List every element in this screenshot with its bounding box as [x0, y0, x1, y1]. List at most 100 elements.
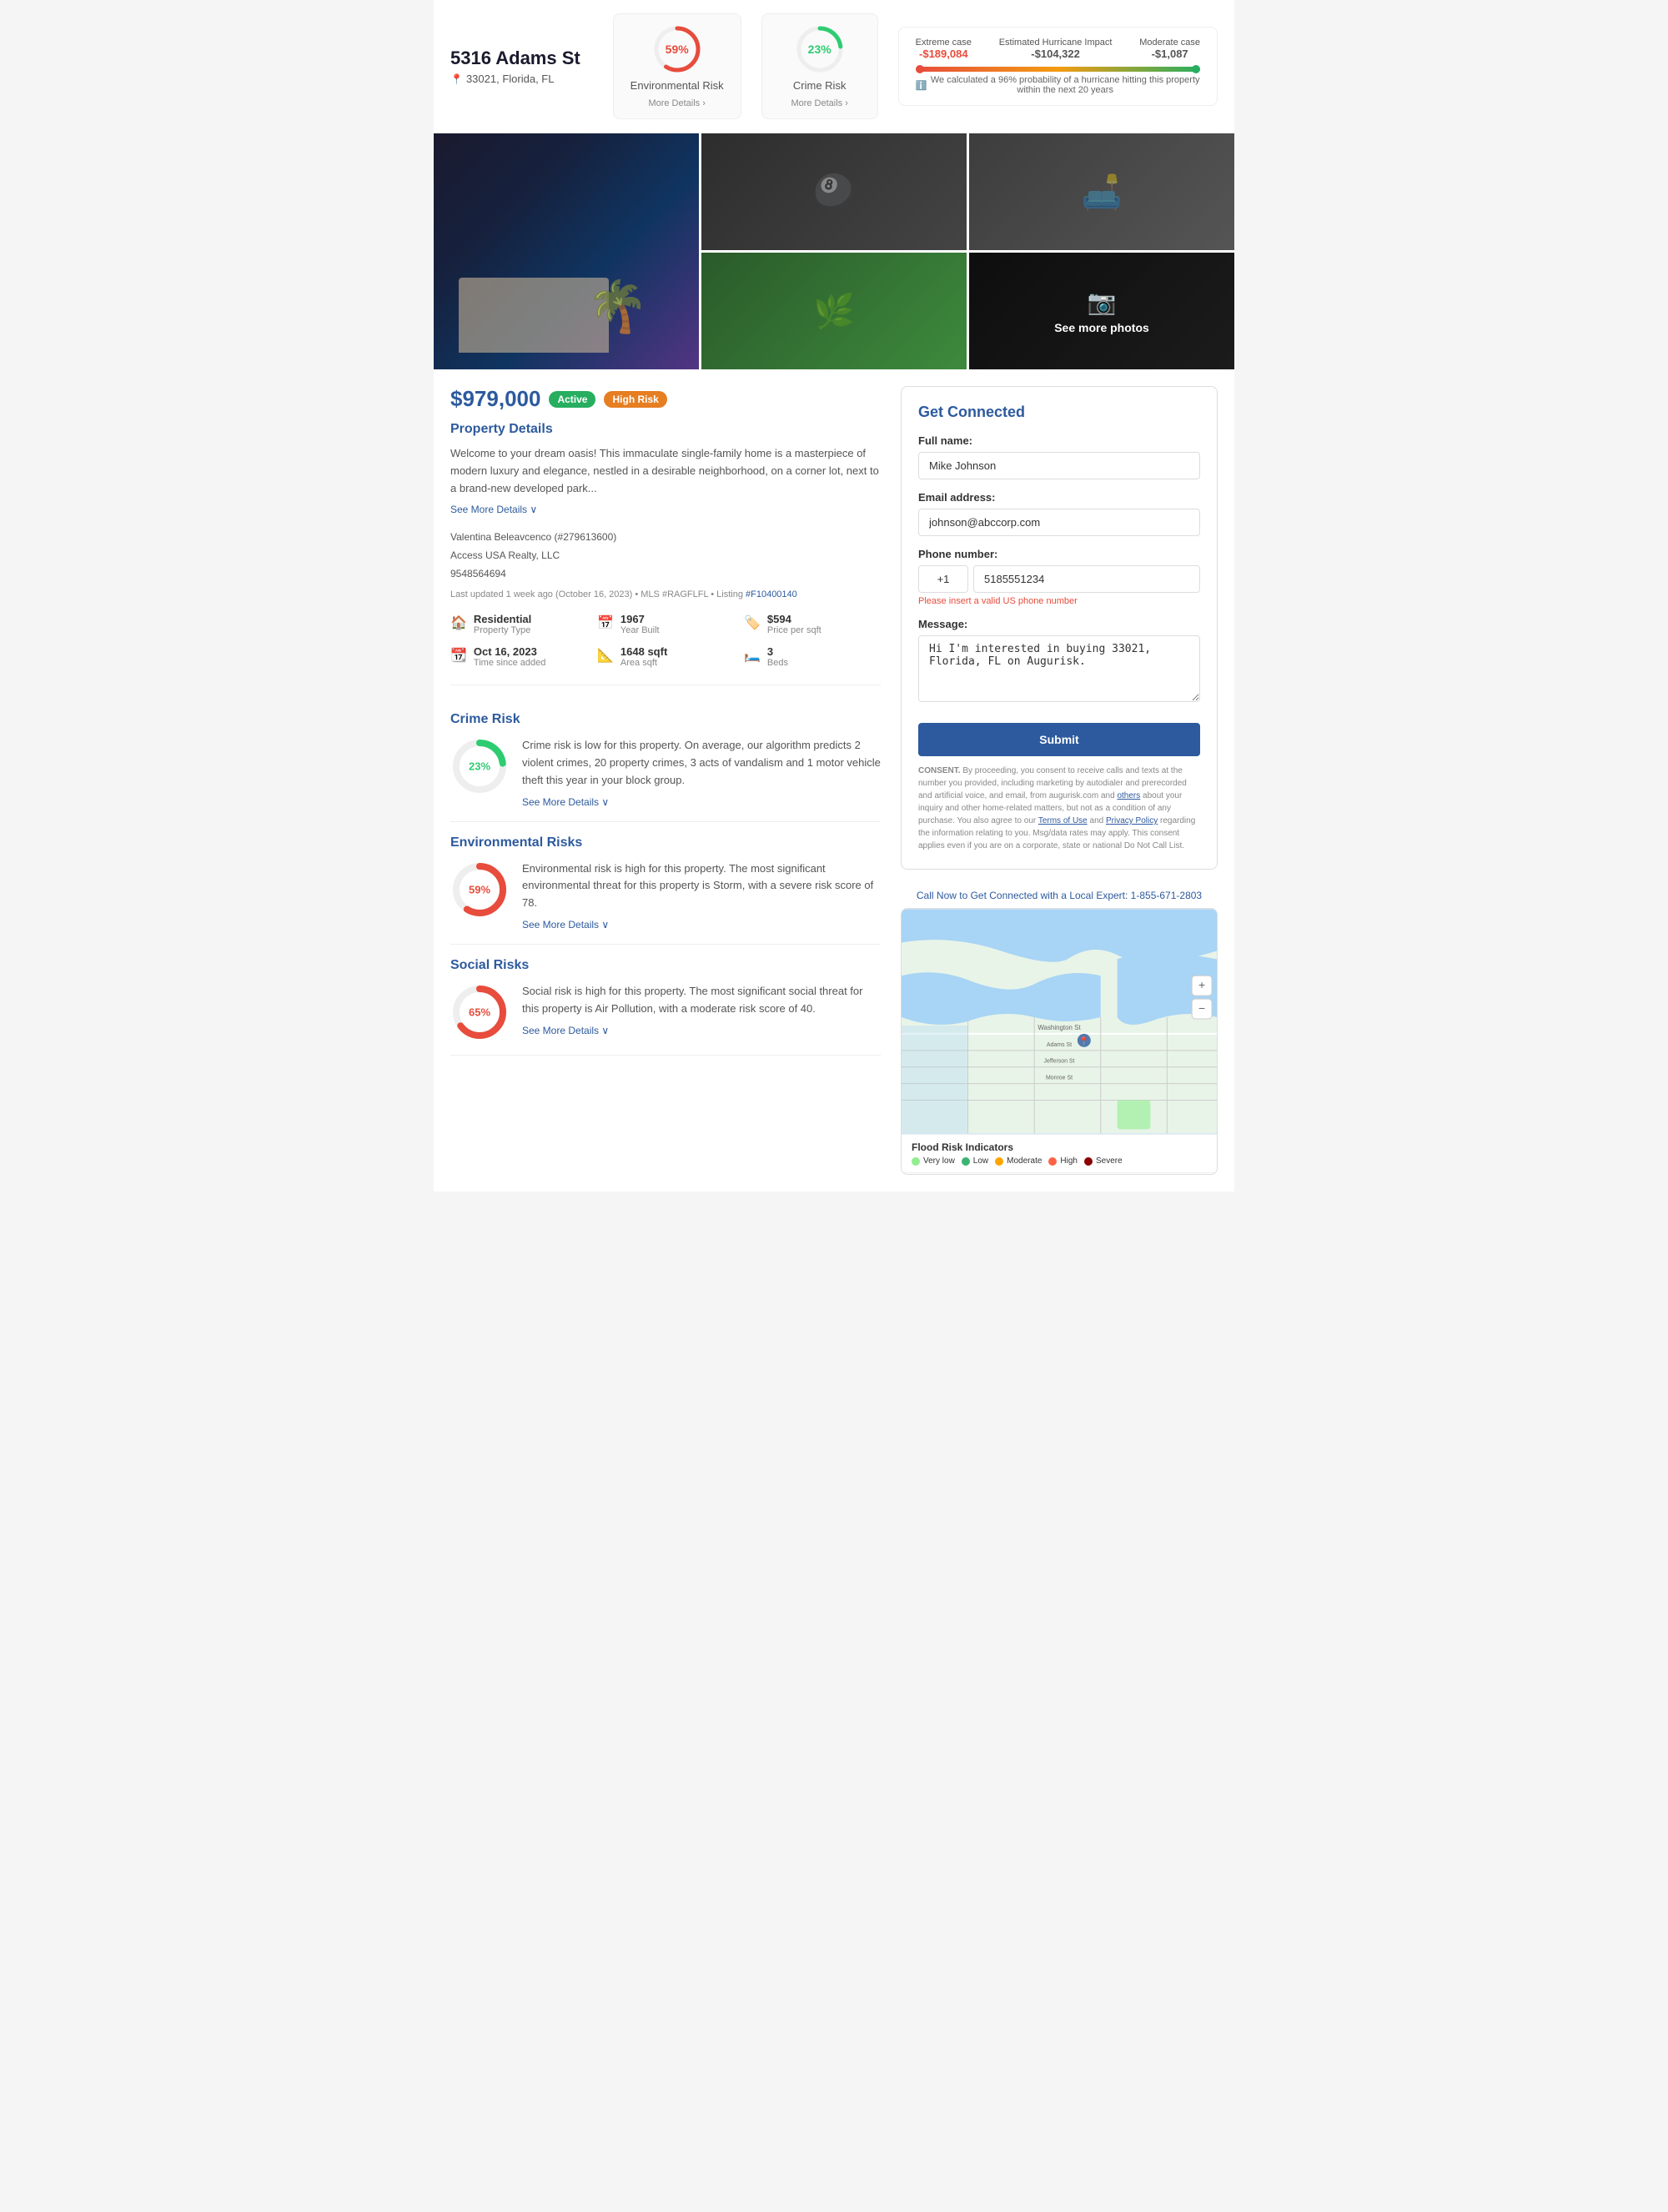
- social-see-more-link[interactable]: See More Details ∨: [522, 1025, 881, 1036]
- price-sqft-icon: 🏷️: [744, 614, 761, 631]
- svg-text:Washington St: Washington St: [1037, 1024, 1081, 1031]
- email-input[interactable]: [918, 509, 1200, 536]
- submit-button[interactable]: Submit: [918, 723, 1200, 756]
- see-more-overlay[interactable]: 📷 See more photos: [969, 253, 1234, 369]
- legend-dot-moderate: [995, 1157, 1003, 1166]
- stat-date-added: 📆 Oct 16, 2023 Time since added: [450, 645, 587, 668]
- env-more-details-link[interactable]: More Details ›: [631, 98, 724, 108]
- phone-label: Phone number:: [918, 548, 1200, 560]
- svg-text:+: +: [1198, 978, 1205, 991]
- full-name-input[interactable]: [918, 452, 1200, 479]
- property-address: 5316 Adams St: [450, 48, 593, 69]
- crime-risk-content: 23% Crime risk is low for this property.…: [450, 737, 881, 807]
- date-added-icon: 📆: [450, 647, 467, 664]
- svg-text:📍: 📍: [1079, 1036, 1089, 1046]
- social-risk-description: Social risk is high for this property. T…: [522, 983, 881, 1018]
- message-group: Message:: [918, 618, 1200, 705]
- estimated-impact: Estimated Hurricane Impact -$104,322: [999, 38, 1113, 60]
- hurricane-bar: [916, 67, 1200, 72]
- agent-info: Valentina Beleavcenco (#279613600) Acces…: [450, 529, 881, 583]
- high-risk-badge: High Risk: [604, 391, 666, 408]
- legend-dot-severe: [1084, 1157, 1093, 1166]
- header: 5316 Adams St 📍 33021, Florida, FL 59% E…: [434, 0, 1234, 133]
- photo-4[interactable]: 🌿: [701, 253, 967, 369]
- map-svg: Washington St Adams St Jefferson St Monr…: [902, 909, 1217, 1134]
- left-panel: $979,000 Active High Risk Property Detai…: [450, 386, 881, 1175]
- crime-more-details-link[interactable]: More Details ›: [779, 98, 861, 108]
- stat-year-built: 📅 1967 Year Built: [597, 613, 734, 635]
- environmental-risk-card: 59% Environmental Risk More Details ›: [613, 13, 741, 119]
- year-built-icon: 📅: [597, 614, 614, 631]
- agent-phone: 9548564694: [450, 565, 881, 584]
- photo-2[interactable]: 🎱: [701, 133, 967, 250]
- social-donut-gauge: 65%: [450, 983, 509, 1041]
- crime-see-more-link[interactable]: See More Details ∨: [522, 796, 881, 808]
- photo-5[interactable]: 📷 See more photos: [969, 253, 1234, 369]
- content-area: $979,000 Active High Risk Property Detai…: [434, 369, 1234, 1191]
- property-location: 📍 33021, Florida, FL: [450, 73, 593, 85]
- map-legend: Flood Risk Indicators Very low Low Mo: [902, 1134, 1217, 1172]
- environmental-donut-value: 59%: [469, 883, 490, 895]
- svg-text:−: −: [1198, 1001, 1205, 1015]
- crime-risk-card: 23% Crime Risk More Details ›: [761, 13, 878, 119]
- message-label: Message:: [918, 618, 1200, 630]
- hurricane-dot-right: [1192, 65, 1200, 73]
- terms-link[interactable]: Terms of Use: [1038, 816, 1088, 825]
- property-type-icon: 🏠: [450, 614, 467, 631]
- svg-text:Adams St: Adams St: [1047, 1042, 1072, 1048]
- main-photo[interactable]: [434, 133, 699, 369]
- crime-risk-description: Crime risk is low for this property. On …: [522, 737, 881, 789]
- beds-icon: 🛏️: [744, 647, 761, 664]
- consent-text: CONSENT. By proceeding, you consent to r…: [918, 765, 1200, 852]
- message-textarea[interactable]: [918, 635, 1200, 702]
- others-link[interactable]: others: [1117, 791, 1140, 800]
- social-donut-value: 65%: [469, 1006, 490, 1018]
- environmental-see-more-link[interactable]: See More Details ∨: [522, 919, 881, 930]
- social-donut: 65%: [450, 983, 509, 1041]
- address-section: 5316 Adams St 📍 33021, Florida, FL: [450, 48, 593, 85]
- legend-high: High: [1048, 1156, 1078, 1166]
- environmental-risk-section: Environmental Risks 59% Environmental ri…: [450, 822, 881, 945]
- full-name-group: Full name:: [918, 434, 1200, 479]
- legend-dot-very-low: [912, 1157, 920, 1166]
- map-legend-items: Very low Low Moderate High: [912, 1156, 1207, 1166]
- crime-risk-value: 23%: [808, 43, 831, 56]
- phone-hint: Please insert a valid US phone number: [918, 596, 1200, 606]
- stat-price-sqft: 🏷️ $594 Price per sqft: [744, 613, 881, 635]
- svg-text:Jefferson St: Jefferson St: [1044, 1059, 1075, 1065]
- env-risk-value: 59%: [666, 43, 689, 56]
- map-visual[interactable]: Washington St Adams St Jefferson St Monr…: [902, 909, 1217, 1134]
- call-now-link[interactable]: Call Now to Get Connected with a Local E…: [901, 883, 1218, 908]
- privacy-link[interactable]: Privacy Policy: [1106, 816, 1158, 825]
- hurricane-dot-left: [916, 65, 924, 73]
- map-container[interactable]: Washington St Adams St Jefferson St Monr…: [901, 908, 1218, 1175]
- area-icon: 📐: [597, 647, 614, 664]
- legend-dot-low: [962, 1157, 970, 1166]
- agency-name: Access USA Realty, LLC: [450, 547, 881, 565]
- photo-grid: 🎱 🛋️ 🌿 📷 See more photos: [434, 133, 1234, 369]
- listing-link[interactable]: #F10400140: [746, 589, 797, 599]
- phone-row: [918, 565, 1200, 593]
- environmental-risk-description: Environmental risk is high for this prop…: [522, 860, 881, 912]
- environmental-donut-gauge: 59%: [450, 860, 509, 919]
- hurricane-card: Extreme case -$189,084 Estimated Hurrica…: [898, 27, 1218, 106]
- legend-low: Low: [962, 1156, 988, 1166]
- phone-input[interactable]: [973, 565, 1200, 593]
- agent-name: Valentina Beleavcenco (#279613600): [450, 529, 881, 547]
- crime-risk-section: Crime Risk 23% Crime risk is low for thi…: [450, 699, 881, 821]
- email-group: Email address:: [918, 491, 1200, 536]
- env-risk-gauge: 59%: [652, 24, 702, 74]
- crime-risk-gauge: 23%: [795, 24, 845, 74]
- crime-donut-gauge: 23%: [450, 737, 509, 795]
- listing-price: $979,000: [450, 386, 540, 412]
- camera-icon: 📷: [1088, 288, 1117, 316]
- get-connected-title: Get Connected: [918, 404, 1200, 421]
- see-more-details-link[interactable]: See More Details ∨: [450, 504, 881, 515]
- right-panel: Get Connected Full name: Email address: …: [901, 386, 1218, 1175]
- map-view-label[interactable]: Map View: [902, 1172, 1217, 1175]
- crime-donut: 23%: [450, 737, 509, 795]
- info-icon: ℹ️: [916, 80, 927, 91]
- photo-3[interactable]: 🛋️: [969, 133, 1234, 250]
- phone-prefix-input[interactable]: [918, 565, 968, 593]
- env-risk-label: Environmental Risk: [631, 79, 724, 92]
